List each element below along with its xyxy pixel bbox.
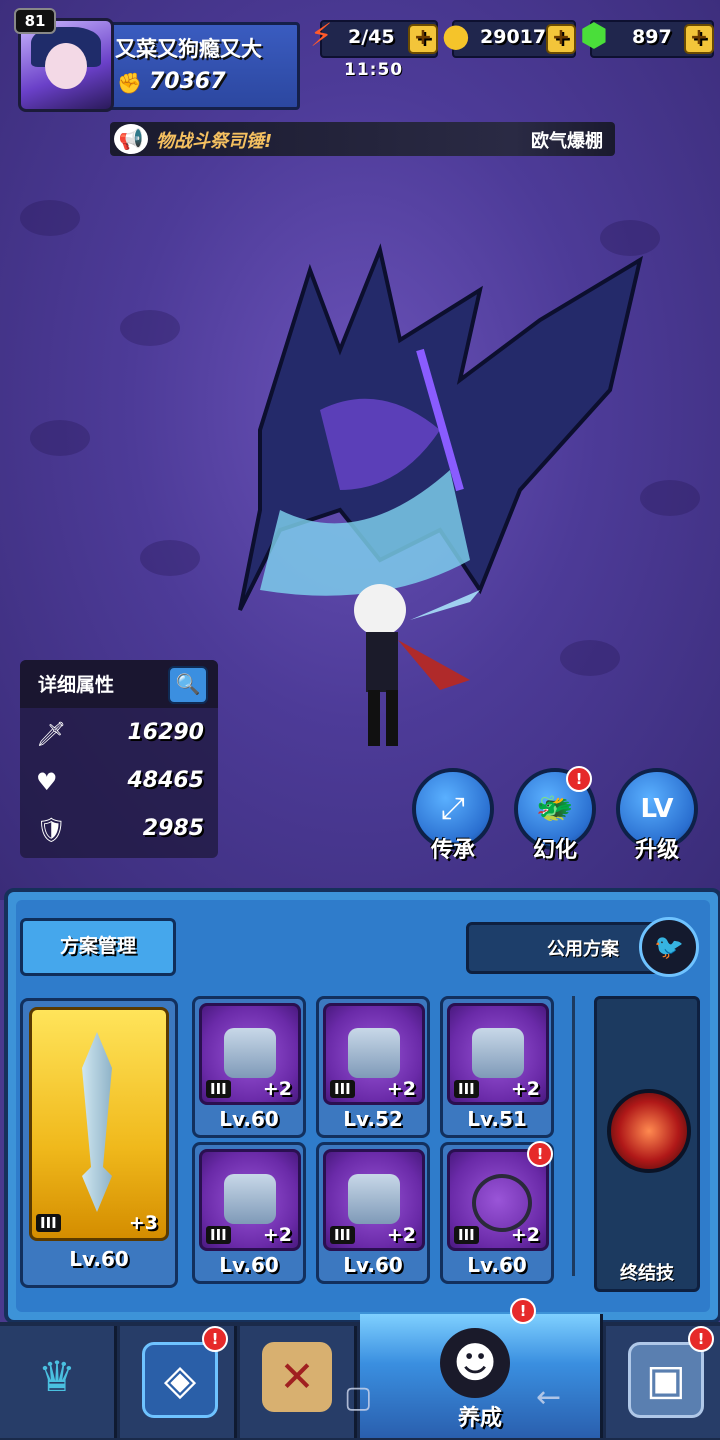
broadcast-message: 物战斗祭司锤! [156,131,273,152]
stats-title: 详细属性 [38,674,115,696]
leg-armor-icon [472,1028,524,1078]
leg-armor-slot[interactable]: III +2 Lv.51 [440,996,554,1138]
plan-management-button[interactable]: 方案管理 [20,918,176,976]
nav-map-tab[interactable]: ✕ [240,1326,357,1438]
boots-slot[interactable]: III +2 Lv.60 [316,1142,430,1284]
shield-icon: 🛡 [36,816,67,844]
treasure-map-icon: ✕ [262,1342,332,1412]
chest-armor-slot[interactable]: III +2 Lv.52 [316,996,430,1138]
add-gold-button[interactable]: + [546,24,576,54]
alert-badge: ! [510,1298,536,1324]
power-fist-icon: ✊ [117,71,142,95]
ultimate-label: 终结技 [620,1263,674,1284]
broadcast-sender: 欧气爆棚 [531,131,603,152]
alert-badge: ! [527,1141,553,1167]
weapon-slot[interactable]: III +3 Lv.60 [20,998,178,1288]
nav-train-tab[interactable]: ☻ 养成 ! [360,1298,603,1438]
public-plan-button[interactable]: 公用方案 🐦 [466,917,699,977]
defense-stat: 🛡 2985 [36,816,204,844]
alert-badge: ! [566,766,592,792]
attack-stat: 🗡 16290 [36,720,204,748]
alert-badge: ! [202,1326,228,1352]
green-gem-icon: ⬢ [580,16,608,54]
helmet-icon [224,1028,276,1078]
divider [572,996,575,1276]
stats-panel: 详细属性 🔍 🗡 16290 ♥ 48465 🛡 2985 [20,660,218,858]
stamina-timer: 11:50 [344,60,404,80]
stamina-counter: ⚡ 2/45 + [310,16,438,58]
boots-icon [348,1174,400,1224]
crystal-crown-icon: ♛ [38,1352,76,1401]
gauntlet-slot[interactable]: III +2 Lv.60 [192,1142,306,1284]
pet-icon: 🐦 [639,917,699,977]
nav-skills-tab[interactable]: ◈ ! [120,1326,237,1438]
hero-character-icon [354,584,480,746]
player-name: 又菜又狗瘾又大 [115,37,262,61]
fire-orb-icon [607,1089,691,1173]
megaphone-icon: 📢 [114,124,148,154]
player-level-badge: 81 [14,8,56,34]
helmet-slot[interactable]: III +2 Lv.60 [192,996,306,1138]
inherit-button[interactable]: ⤢ 传承 [412,768,494,864]
stats-search-button[interactable]: 🔍 [168,666,208,704]
necklace-slot[interactable]: III +2 Lv.60 ! [440,1141,554,1284]
system-back-icon[interactable]: ← [536,1380,561,1415]
search-icon: 🔍 [175,672,201,696]
heart-icon: ♥ [36,768,58,796]
upgrade-button[interactable]: LV 升级 [616,768,698,864]
player-power: 70367 [149,69,226,94]
broadcast-banner: 📢 物战斗祭司锤! 欧气爆棚 [110,122,615,156]
nav-train-label: 养成 [457,1406,502,1431]
player-info-panel[interactable]: 又菜又狗瘾又大 ✊ 70367 [100,22,300,110]
hero-face-icon: ☻ [440,1328,510,1398]
system-recents-icon[interactable]: ▢ [344,1380,372,1415]
gold-counter: ● 29017 + [442,16,576,58]
treasure-chest-icon: ▣ [628,1342,704,1418]
sword-icon: 🗡 [36,720,67,748]
transform-button[interactable]: 🐲 幻化 ! [514,766,596,864]
hp-stat: ♥ 48465 [36,768,204,796]
add-stamina-button[interactable]: + [408,24,438,54]
nav-shop-tab[interactable]: ▣ ! [606,1326,720,1438]
chest-armor-icon [348,1028,400,1078]
sword-icon [82,1032,112,1212]
gem-counter: ⬢ 897 + [580,16,714,58]
add-gems-button[interactable]: + [684,24,714,54]
ultimate-skill-slot[interactable]: 终结技 [594,996,700,1292]
gold-coin-icon: ● [442,16,470,54]
rune-card-icon: ◈ [142,1342,218,1418]
alert-badge: ! [688,1326,714,1352]
nav-character-tab[interactable]: ♛ [0,1326,117,1438]
lightning-icon: ⚡ [310,16,333,54]
gauntlet-icon [224,1174,276,1224]
